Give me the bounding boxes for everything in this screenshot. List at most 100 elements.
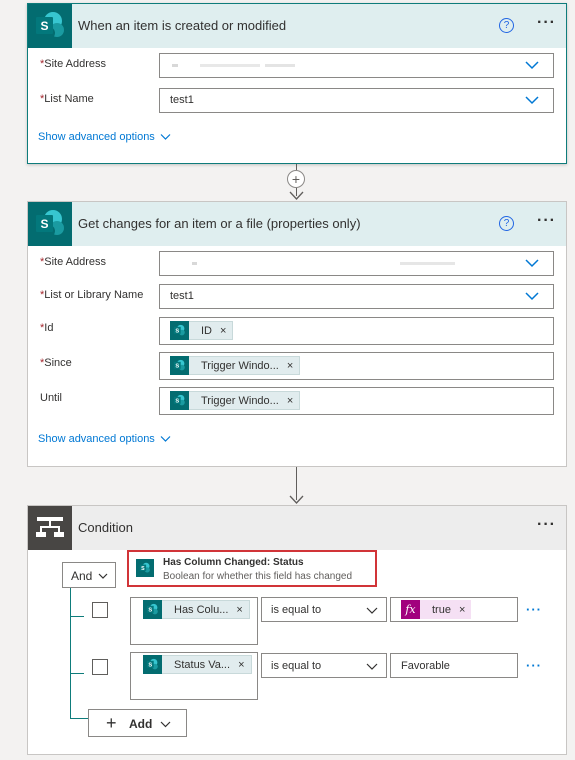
chevron-down-icon <box>525 259 539 268</box>
id-field[interactable]: S ID × <box>159 317 554 345</box>
until-label: Until <box>40 392 63 404</box>
list-or-library-label: *List or Library Name <box>40 289 144 301</box>
svg-text:S: S <box>40 217 48 231</box>
condition-icon <box>28 506 72 550</box>
sharepoint-icon: S <box>170 356 189 375</box>
until-field[interactable]: S Trigger Windo... × <box>159 387 554 415</box>
plus-icon: + <box>106 713 117 733</box>
until-token[interactable]: S Trigger Windo... × <box>170 391 301 410</box>
arrow-down-icon <box>289 495 304 504</box>
chevron-down-icon <box>160 436 171 442</box>
remove-token-icon[interactable]: × <box>220 325 226 337</box>
list-or-library-value: test1 <box>170 290 194 302</box>
tooltip-description: Boolean for whether this field has chang… <box>163 571 353 582</box>
chevron-down-icon <box>366 663 378 670</box>
since-token[interactable]: S Trigger Windo... × <box>170 356 301 375</box>
tree-line <box>70 718 88 719</box>
chevron-down-icon <box>366 607 378 614</box>
id-label: *Id <box>40 322 54 334</box>
sharepoint-icon: S <box>143 655 162 674</box>
svg-text:S: S <box>148 663 152 669</box>
chevron-down-icon <box>525 292 539 301</box>
redacted-value <box>400 262 455 265</box>
sharepoint-icon: S <box>170 321 189 340</box>
site-address-label: *Site Address <box>40 256 107 268</box>
remove-token-icon[interactable]: × <box>238 659 244 671</box>
show-advanced-options-link[interactable]: Show advanced options <box>38 433 171 445</box>
sharepoint-icon: S <box>28 202 72 246</box>
sharepoint-icon: S <box>143 600 162 619</box>
dynamic-content-tooltip: S Has Column Changed: Status Boolean for… <box>127 550 377 587</box>
sharepoint-icon: S <box>28 4 72 48</box>
tree-line <box>70 588 71 718</box>
more-options-icon[interactable]: ··· <box>537 516 556 534</box>
remove-token-icon[interactable]: × <box>287 395 293 407</box>
remove-token-icon[interactable]: × <box>287 360 293 372</box>
list-or-library-dropdown[interactable]: test1 <box>159 284 554 309</box>
site-address-field[interactable] <box>159 251 554 276</box>
redacted-value <box>200 64 260 67</box>
condition-card: Condition ··· And S Has Column Changed: … <box>27 505 567 755</box>
get-changes-title: Get changes for an item or a file (prope… <box>78 216 361 231</box>
help-icon[interactable]: ? <box>499 216 514 231</box>
svg-text:S: S <box>175 329 179 335</box>
row-checkbox[interactable] <box>92 659 108 675</box>
expression-token[interactable]: fx true × <box>401 600 472 619</box>
remove-token-icon[interactable]: × <box>459 604 465 616</box>
tree-line <box>70 673 84 674</box>
get-changes-card: S Get changes for an item or a file (pro… <box>27 201 567 467</box>
group-operator-dropdown[interactable]: And <box>62 562 116 588</box>
row-more-icon[interactable]: ··· <box>526 658 542 673</box>
condition-left-operand[interactable]: S Has Colu... × <box>130 597 258 645</box>
show-advanced-options-link[interactable]: Show advanced options <box>38 131 171 143</box>
more-options-icon[interactable]: ··· <box>537 14 556 32</box>
redacted-value <box>172 64 178 67</box>
list-name-dropdown[interactable]: test1 <box>159 88 554 113</box>
condition-right-operand[interactable]: Favorable <box>390 653 518 678</box>
sharepoint-icon: S <box>136 559 154 577</box>
site-address-label: *Site Address <box>40 58 107 70</box>
chevron-down-icon <box>525 96 539 105</box>
redacted-value <box>192 262 197 265</box>
trigger-title: When an item is created or modified <box>78 18 287 33</box>
id-token[interactable]: S ID × <box>170 321 234 340</box>
condition-right-operand[interactable]: fx true × <box>390 597 518 622</box>
row-checkbox[interactable] <box>92 602 108 618</box>
get-changes-header[interactable]: S Get changes for an item or a file (pro… <box>28 202 566 246</box>
tooltip-title: Has Column Changed: Status <box>163 557 304 568</box>
status-value-token[interactable]: S Status Va... × <box>143 655 252 674</box>
since-label: *Since <box>40 357 72 369</box>
trigger-card: S When an item is created or modified ? … <box>27 3 567 164</box>
list-name-value: test1 <box>170 94 194 106</box>
chevron-down-icon <box>160 134 171 140</box>
more-options-icon[interactable]: ··· <box>537 212 556 230</box>
condition-operator-dropdown[interactable]: is equal to <box>261 653 387 678</box>
condition-operator-dropdown[interactable]: is equal to <box>261 597 387 622</box>
svg-text:S: S <box>175 399 179 405</box>
svg-text:S: S <box>175 364 179 370</box>
condition-title: Condition <box>78 520 133 535</box>
help-icon[interactable]: ? <box>499 18 514 33</box>
remove-token-icon[interactable]: × <box>236 604 242 616</box>
redacted-value <box>265 64 295 67</box>
group-operator-value: And <box>71 569 93 583</box>
has-column-changed-token[interactable]: S Has Colu... × <box>143 600 250 619</box>
svg-text:S: S <box>148 608 152 614</box>
list-name-label: *List Name <box>40 93 94 105</box>
chevron-down-icon <box>98 573 108 579</box>
site-address-field[interactable] <box>159 53 554 78</box>
condition-header[interactable]: Condition ··· <box>28 506 566 550</box>
condition-left-operand[interactable]: S Status Va... × <box>130 652 258 700</box>
add-step-icon[interactable]: + <box>287 170 305 188</box>
arrow-down-icon <box>289 191 304 200</box>
tree-line <box>70 616 84 617</box>
fx-icon: fx <box>401 600 420 619</box>
row-more-icon[interactable]: ··· <box>526 602 542 617</box>
svg-text:S: S <box>40 19 48 33</box>
trigger-header[interactable]: S When an item is created or modified ? … <box>28 4 566 48</box>
since-field[interactable]: S Trigger Windo... × <box>159 352 554 380</box>
add-condition-button[interactable]: + Add <box>88 709 187 737</box>
sharepoint-icon: S <box>170 391 189 410</box>
svg-text:S: S <box>141 566 145 572</box>
chevron-down-icon <box>525 61 539 70</box>
